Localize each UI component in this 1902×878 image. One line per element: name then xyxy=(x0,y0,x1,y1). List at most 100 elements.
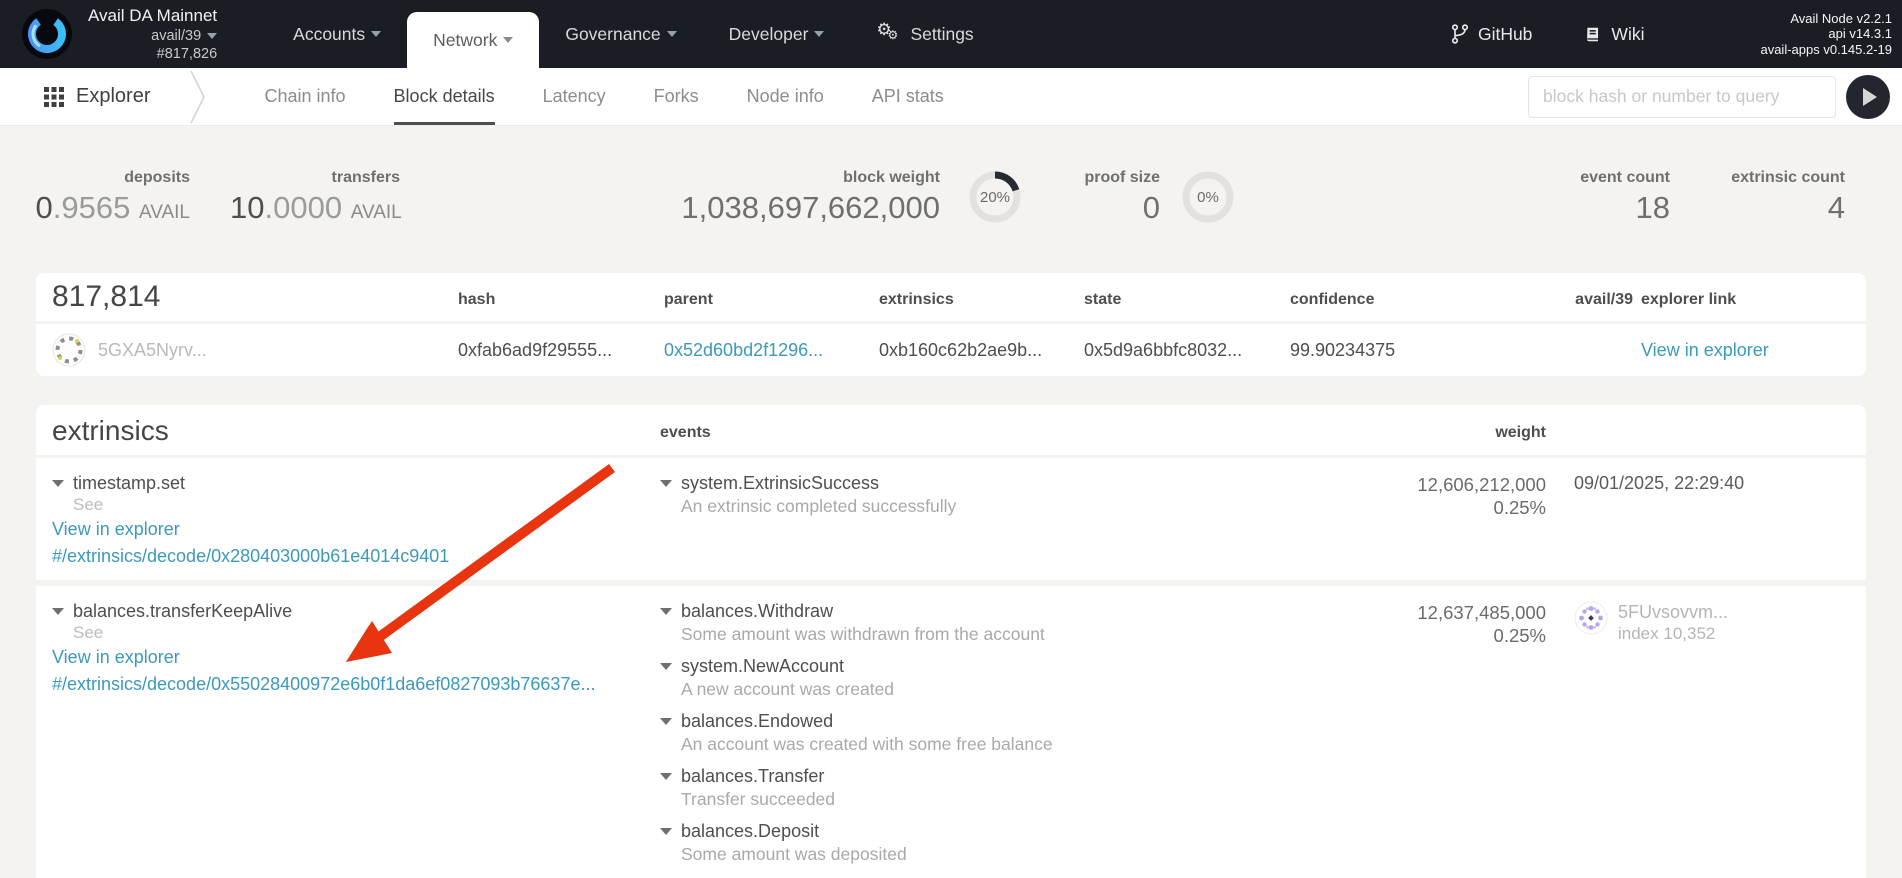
col-hash: hash xyxy=(458,291,664,313)
weight-percent: 0.25% xyxy=(1300,496,1546,519)
stat-label: deposits xyxy=(20,168,190,188)
event-name: balances.Withdraw xyxy=(681,599,833,623)
weight-cell: 12,606,212,000 0.25% xyxy=(1300,471,1546,519)
expander-chevron-icon[interactable] xyxy=(660,480,672,487)
view-in-explorer-link[interactable]: View in explorer xyxy=(52,517,660,542)
signer-address: 5FUvsovvm... xyxy=(1618,601,1728,623)
view-in-explorer-link[interactable]: View in explorer xyxy=(1633,340,1850,361)
block-summary: deposits 0.9565 AVAIL transfers 10.0000 … xyxy=(0,168,1902,234)
event-description: Some amount was withdrawn from the accou… xyxy=(681,623,1300,645)
signer-cell: 5FUvsovvm... index 10,352 xyxy=(1546,599,1850,644)
tab-block-details[interactable]: Block details xyxy=(370,68,519,125)
search-submit-button[interactable] xyxy=(1846,75,1890,119)
extrinsics-root: 0xb160c62b2ae9b... xyxy=(879,340,1084,361)
expander-chevron-icon[interactable] xyxy=(660,828,672,835)
tab-label: Block details xyxy=(394,86,495,107)
stat-unit: AVAIL xyxy=(351,202,402,223)
settings-gears-icon: ⚙⚙ xyxy=(876,23,902,45)
grid-icon xyxy=(44,87,64,107)
extrinsic-row: balances.transferKeepAlive See View in e… xyxy=(36,586,1866,878)
app-heading: Explorer xyxy=(0,68,150,125)
stat-label: transfers xyxy=(230,168,400,188)
wiki-link[interactable]: Wiki xyxy=(1558,24,1670,45)
block-weight-donut: 20% xyxy=(966,168,1024,226)
stat-value: 4 xyxy=(1675,190,1845,226)
tab-label: API stats xyxy=(872,86,944,107)
chevron-down-icon xyxy=(371,31,381,37)
menu-label: Developer xyxy=(729,24,809,45)
stat-dec: .9565 xyxy=(53,190,131,225)
tab-node-info[interactable]: Node info xyxy=(723,68,848,125)
stat-extrinsic-count: extrinsic count 4 xyxy=(1675,168,1845,226)
extrinsic-cell: balances.transferKeepAlive See View in e… xyxy=(52,599,660,697)
menu-item-accounts[interactable]: Accounts xyxy=(267,0,407,68)
col-events: events xyxy=(660,424,1300,446)
block-table-header: 817,814 hash parent extrinsics state con… xyxy=(36,273,1866,321)
tab-chain-info[interactable]: Chain info xyxy=(240,68,369,125)
tab-bar: Chain info Block details Latency Forks N… xyxy=(240,68,967,125)
confidence-value: 99.90234375 xyxy=(1290,340,1500,361)
top-navbar: Avail DA Mainnet avail/39 #817,826 Accou… xyxy=(0,0,1902,68)
stat-label: extrinsic count xyxy=(1675,168,1845,188)
tab-forks[interactable]: Forks xyxy=(630,68,723,125)
event-name: balances.Deposit xyxy=(681,874,819,878)
block-author-identicon[interactable] xyxy=(52,333,86,367)
menu-item-network[interactable]: Network xyxy=(407,12,539,68)
best-block-number: #817,826 xyxy=(88,45,217,63)
block-hash: 0xfab6ad9f29555... xyxy=(458,340,664,361)
stat-unit: AVAIL xyxy=(139,202,190,223)
event-description: Some amount was deposited xyxy=(681,843,1300,865)
chain-network: avail/39 xyxy=(151,28,201,44)
event-description: A new account was created xyxy=(681,678,1300,700)
expander-chevron-icon[interactable] xyxy=(52,608,64,615)
main-menu: Accounts Network Governance Developer ⚙⚙… xyxy=(267,0,1000,68)
play-icon xyxy=(1863,88,1877,106)
expander-chevron-icon[interactable] xyxy=(660,718,672,725)
extrinsic-name: balances.transferKeepAlive xyxy=(73,599,292,623)
extrinsic-sub: See xyxy=(73,623,660,643)
menu-label: Settings xyxy=(910,24,973,45)
tab-api-stats[interactable]: API stats xyxy=(848,68,968,125)
chain-name: Avail DA Mainnet xyxy=(88,5,217,26)
expander-chevron-icon[interactable] xyxy=(660,663,672,670)
expander-chevron-icon[interactable] xyxy=(52,480,64,487)
extrinsic-decode-link[interactable]: #/extrinsics/decode/0x280403000b61e4014c… xyxy=(52,544,660,569)
expander-chevron-icon[interactable] xyxy=(660,773,672,780)
avail-logo-icon[interactable] xyxy=(22,9,72,59)
extrinsics-title: extrinsics xyxy=(52,416,660,446)
chevron-down-icon xyxy=(667,31,677,37)
menu-item-settings[interactable]: ⚙⚙ Settings xyxy=(850,0,999,68)
book-icon xyxy=(1584,25,1602,44)
col-explorer-link: explorer link xyxy=(1633,291,1850,313)
signer-index: index 10,352 xyxy=(1618,623,1728,644)
expander-chevron-icon[interactable] xyxy=(660,608,672,615)
menu-item-developer[interactable]: Developer xyxy=(703,0,851,68)
menu-item-governance[interactable]: Governance xyxy=(539,0,702,68)
extrinsic-decode-link[interactable]: #/extrinsics/decode/0x55028400972e6b0f1d… xyxy=(52,672,660,697)
stat-label: event count xyxy=(1500,168,1670,188)
stat-value: 1,038,697,662,000 xyxy=(540,190,940,226)
view-in-explorer-link[interactable]: View in explorer xyxy=(52,645,660,670)
block-table: 817,814 hash parent extrinsics state con… xyxy=(36,273,1866,376)
signer-identicon[interactable] xyxy=(1574,601,1608,635)
stat-label: proof size xyxy=(1020,168,1160,188)
external-links: GitHub Wiki xyxy=(1425,24,1671,45)
block-search-input[interactable] xyxy=(1528,76,1836,118)
donut-percent-label: 0% xyxy=(1179,168,1237,226)
tab-latency[interactable]: Latency xyxy=(519,68,630,125)
col-confidence: confidence xyxy=(1290,291,1500,313)
chain-selector[interactable]: Avail DA Mainnet avail/39 #817,826 xyxy=(88,5,217,63)
menu-label: Governance xyxy=(565,24,660,45)
weight-cell: 12,637,485,000 0.25% xyxy=(1300,599,1546,647)
github-link[interactable]: GitHub xyxy=(1425,24,1558,45)
stat-value: 18 xyxy=(1500,190,1670,226)
extrinsic-cell: timestamp.set See View in explorer #/ext… xyxy=(52,471,660,569)
col-extrinsics: extrinsics xyxy=(879,291,1084,313)
tab-label: Latency xyxy=(543,86,606,107)
github-label: GitHub xyxy=(1478,24,1532,45)
menu-label: Network xyxy=(433,30,497,51)
block-search xyxy=(1528,68,1902,125)
parent-hash-link[interactable]: 0x52d60bd2f1296... xyxy=(664,340,879,361)
weight-value: 12,606,212,000 xyxy=(1300,473,1546,496)
apps-version: avail-apps v0.145.2-19 xyxy=(1760,42,1892,58)
